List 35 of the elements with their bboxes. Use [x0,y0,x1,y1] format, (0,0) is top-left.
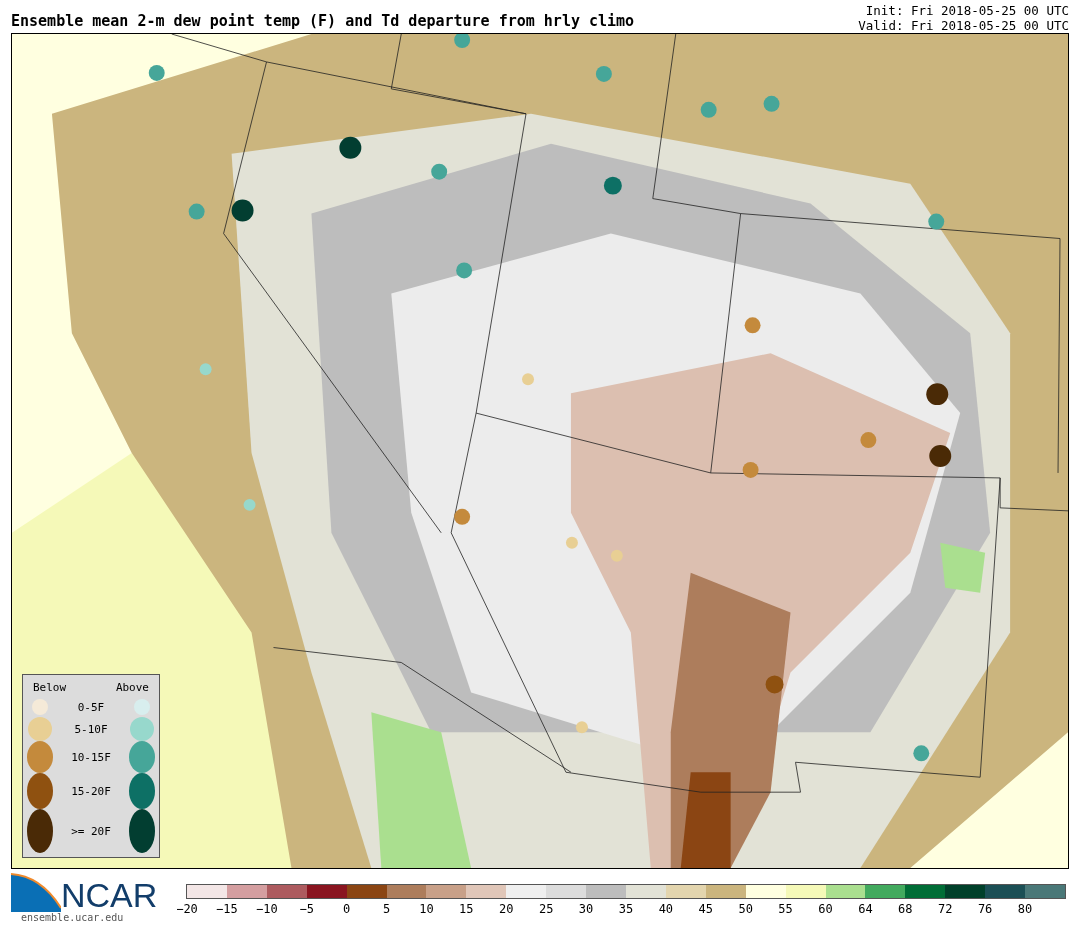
valid-time: Valid: Fri 2018-05-25 00 UTC [858,18,1069,33]
chart-title: Ensemble mean 2-m dew point temp (F) and Td departure from hrly climo [11,12,635,32]
colorbar-tick-label: −20 [176,902,198,916]
logo-text: NCAR [61,878,158,912]
legend-label: 15-20F [70,784,112,798]
legend-label: >= 20F [70,824,112,838]
colorbar-tick-label: 50 [738,902,753,916]
colorbar-tick-label: 5 [382,902,391,916]
colorbar-tick-label: 35 [618,902,634,916]
colorbar-tick-label: 72 [938,902,953,916]
legend-label: 10-15F [70,750,112,764]
swoosh-icon [11,872,61,912]
colorbar-tick-label: 25 [538,902,554,916]
colorbar-tick-label: 40 [658,902,674,916]
legend-label: 0-5F [76,700,106,714]
colorbar-tick-label: −10 [255,902,278,916]
site-url: ensemble.ucar.edu [20,912,125,923]
legend-heading: Above [114,680,150,694]
colorbar-tick-label: 76 [977,902,993,916]
colorbar-tick-label: −5 [299,902,314,916]
legend-heading: Below [32,680,68,694]
legend-label: 5-10F [73,722,109,736]
colorbar-tick-label: 60 [818,902,833,916]
colorbar-tick-label: 64 [858,902,873,916]
colorbar-tick-label: 20 [499,902,514,916]
colorbar-tick-label: −15 [216,902,238,916]
colorbar-tick-label: 45 [698,902,713,916]
colorbar-tick-label: 10 [419,902,434,916]
colorbar-tick-label: 15 [459,902,474,916]
colorbar-tick-label: 68 [898,902,913,916]
colorbar-tick-label: 0 [343,902,351,916]
colorbar-tick-label: 30 [578,902,594,916]
init-time: Init: Fri 2018-05-25 00 UTC [864,3,1069,18]
colorbar-tick-label: 55 [778,902,793,916]
colorbar-tick-label: 80 [1017,902,1033,916]
